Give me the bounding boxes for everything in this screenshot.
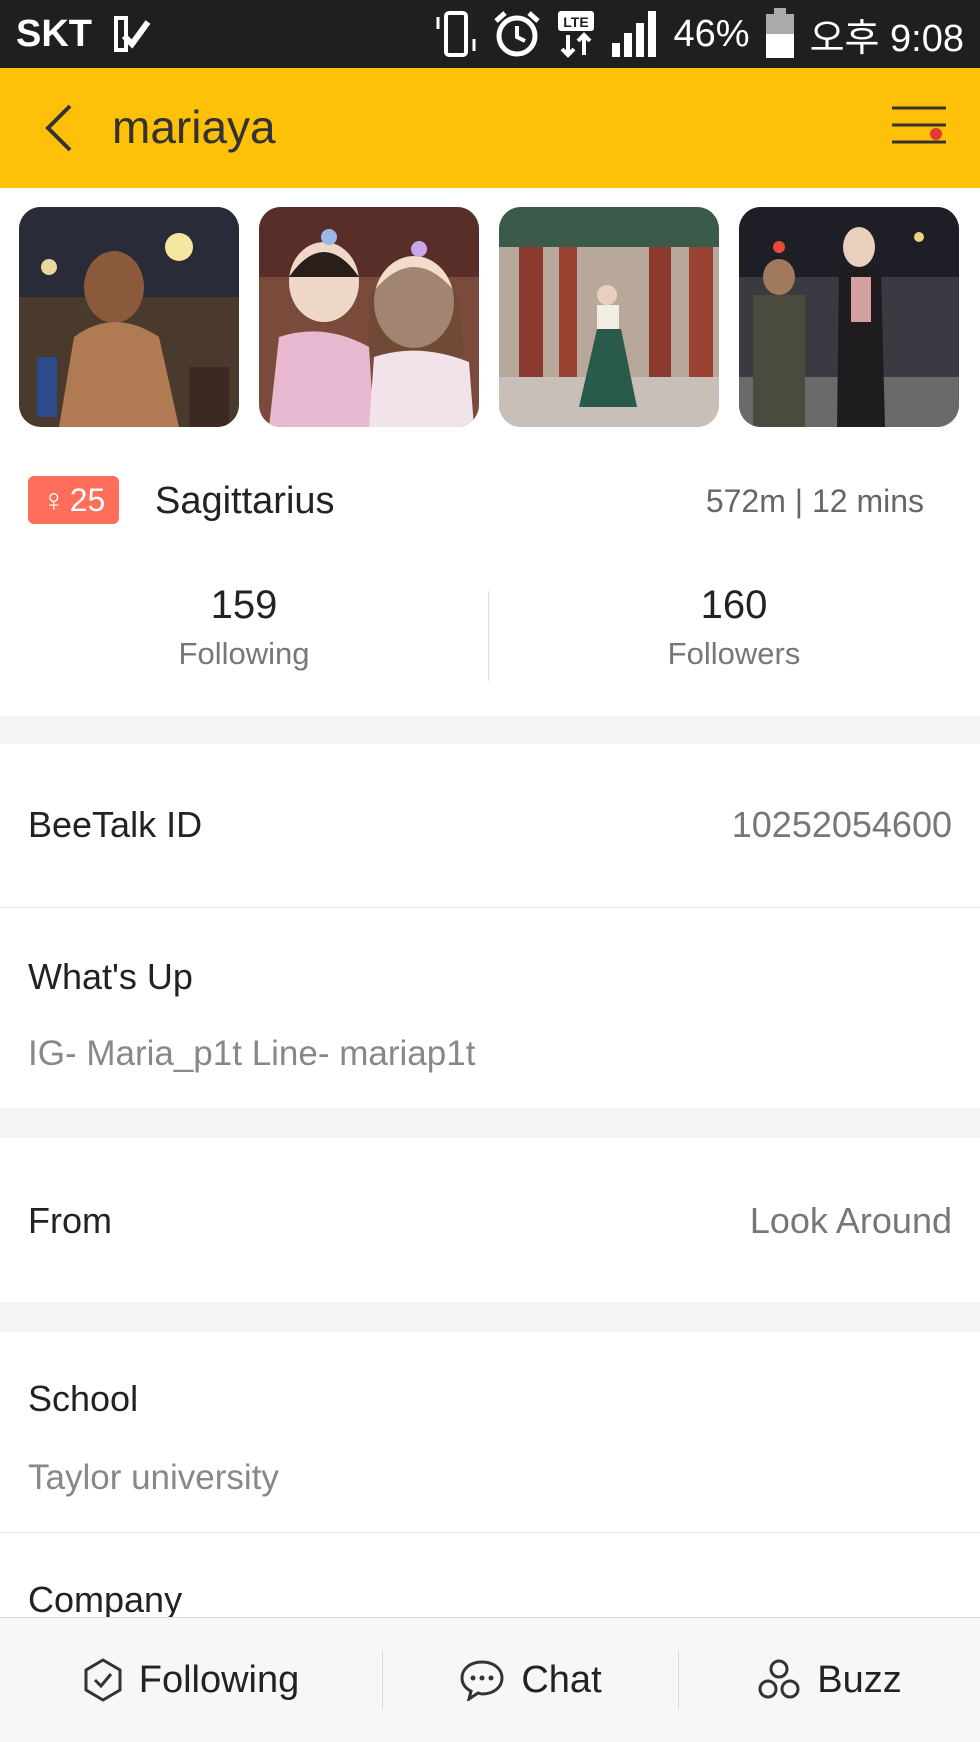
buzz-honeycomb-icon (758, 1659, 800, 1699)
beetalk-id-label: BeeTalk ID (28, 804, 203, 845)
age-value: 25 (69, 481, 106, 518)
carrier-label: SKT (16, 12, 92, 55)
menu-icon (892, 106, 946, 144)
school-company-card: School Taylor university Company (0, 1332, 980, 1632)
status-bar: SKT LTE 46% 오후 9:08 (0, 0, 980, 68)
followers-label: Followers (667, 636, 801, 671)
distance-time: 572m | 12 mins (705, 483, 924, 519)
school-label: School (28, 1378, 139, 1419)
stats-divider (488, 591, 489, 681)
row-divider (0, 907, 980, 908)
back-button[interactable] (30, 98, 90, 158)
following-button[interactable]: Following (0, 1618, 382, 1742)
id-status-card: BeeTalk ID 10252054600 What's Up IG- Mar… (0, 744, 980, 1108)
vibrate-icon (434, 9, 478, 59)
row-divider (0, 1532, 980, 1533)
chevron-left-icon (45, 104, 72, 152)
hexagon-check-icon (84, 1658, 122, 1702)
photo-strip (0, 188, 980, 446)
following-label: Following (178, 636, 310, 671)
zodiac-label: Sagittarius (155, 480, 335, 522)
whats-up-value: IG- Maria_p1t Line- mariap1t (28, 1034, 476, 1073)
signal-icon (610, 9, 660, 59)
from-label: From (28, 1200, 112, 1241)
following-button-label: Following (138, 1658, 300, 1701)
bottom-action-bar: Following Chat Buzz (0, 1617, 980, 1742)
chat-button[interactable]: Chat (383, 1618, 678, 1742)
battery-icon (764, 8, 796, 60)
beetalk-id-value: 10252054600 (731, 804, 952, 845)
following-stat[interactable]: 159 Following (94, 578, 394, 676)
profile-photo-3[interactable] (499, 207, 719, 427)
whats-up-label: What's Up (28, 956, 193, 997)
alarm-icon (492, 9, 542, 59)
female-icon: ♀ (41, 481, 66, 518)
followers-stat[interactable]: 160 Followers (584, 578, 884, 676)
profile-photo-1[interactable] (19, 207, 239, 427)
page-title: mariaya (112, 101, 276, 153)
svg-text:LTE: LTE (563, 14, 588, 30)
battery-percent: 46% (673, 12, 750, 55)
lte-icon: LTE (556, 9, 596, 59)
clock: 오후 9:08 (809, 17, 964, 60)
gender-age-badge: ♀ 25 (28, 476, 119, 524)
profile-photo-2[interactable] (259, 207, 479, 427)
from-card: From Look Around (0, 1138, 980, 1302)
school-value: Taylor university (28, 1458, 279, 1497)
chat-button-label: Chat (521, 1658, 602, 1701)
menu-button[interactable] (888, 98, 952, 158)
buzz-button[interactable]: Buzz (679, 1618, 980, 1742)
app-header: mariaya (0, 68, 980, 188)
followers-count: 160 (700, 583, 768, 627)
following-count: 159 (210, 583, 278, 627)
check-flag-icon (112, 14, 152, 54)
company-label: Company (28, 1579, 183, 1620)
profile-summary-card: ♀ 25 Sagittarius 572m | 12 mins 159 Foll… (0, 446, 980, 716)
buzz-button-label: Buzz (817, 1658, 902, 1701)
chat-bubble-icon (460, 1660, 504, 1701)
profile-photo-4[interactable] (739, 207, 959, 427)
from-value: Look Around (749, 1200, 952, 1241)
